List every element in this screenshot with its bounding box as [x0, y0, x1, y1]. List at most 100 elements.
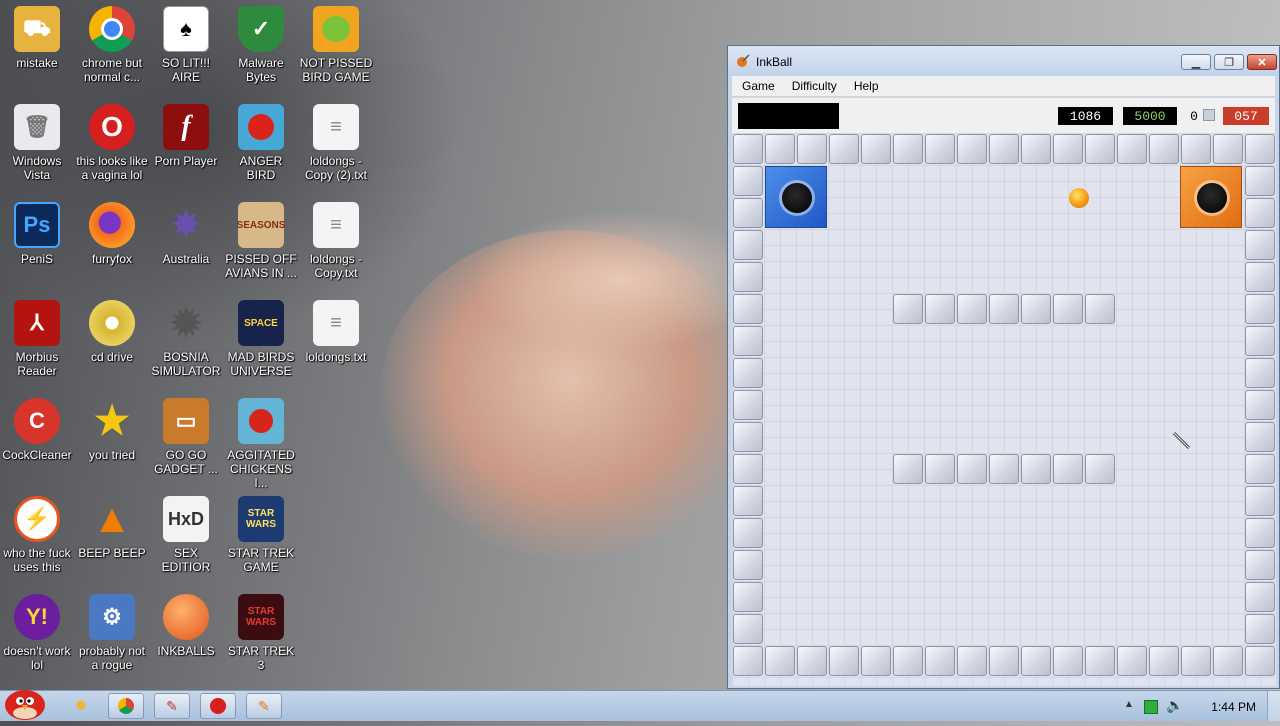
desktop-icon-cd-drive[interactable]: cd drive — [75, 300, 149, 364]
desktop-icon-label: SEX EDITIOR — [161, 546, 211, 574]
wall-tile — [1245, 294, 1275, 324]
desktop-icon-aggitated-chickens[interactable]: AGGITATED CHICKENS I... — [224, 398, 298, 490]
taskbar-opera[interactable] — [200, 693, 236, 719]
wall-tile — [733, 294, 763, 324]
wall-tile — [1213, 134, 1243, 164]
wall-tile — [1213, 646, 1243, 676]
wall-tile — [925, 294, 955, 324]
wall-tile — [733, 134, 763, 164]
wall-tile — [1245, 358, 1275, 388]
clock[interactable]: 1:44 PM — [1211, 700, 1256, 714]
spider-solitaire-icon: ✵ — [171, 206, 201, 244]
close-icon: ✕ — [1257, 56, 1267, 69]
desktop-icon-cockcleaner[interactable]: C CockCleaner — [0, 398, 74, 462]
current-score: 1086 — [1058, 107, 1113, 125]
firefox-icon — [89, 202, 135, 248]
maximize-button[interactable]: ❐ — [1214, 54, 1244, 70]
taskbar-inkball-2[interactable]: ✎ — [246, 693, 282, 719]
desktop-icon-australia[interactable]: ✵ Australia — [149, 202, 223, 266]
menu-help[interactable]: Help — [844, 79, 886, 93]
inkball-task-icon-2: ✎ — [258, 697, 270, 714]
desktop-icon-label: STAR TREK GAME — [227, 546, 295, 574]
desktop-icon-beep-beep[interactable]: ▲ BEEP BEEP — [75, 496, 149, 561]
window-titlebar[interactable]: InkBall ▁ ❐ ✕ — [728, 46, 1279, 76]
desktop-icon-loldongs-copy-2[interactable]: ≡ loldongs - Copy (2).txt — [299, 104, 373, 182]
taskbar-explorer[interactable]: ✹ — [66, 693, 96, 719]
desktop-icon-chrome[interactable]: chrome but normal c... — [75, 6, 149, 84]
desktop-icon-star-trek-game[interactable]: STAR WARS STAR TREK GAME — [224, 496, 298, 574]
wall-tile — [1117, 134, 1147, 164]
desktop-icon-label: loldongs - Copy (2).txt — [304, 154, 367, 182]
desktop-icon-loldongs-copy[interactable]: ≡ loldongs - Copy.txt — [299, 202, 373, 280]
desktop-icon-label: BEEP BEEP — [78, 546, 146, 560]
green-pig-icon — [313, 6, 359, 52]
wall-tile — [733, 582, 763, 612]
wall-tile — [1245, 166, 1275, 196]
desktop-icon-you-tried[interactable]: ★ you tried — [75, 398, 149, 462]
desktop-icon-solitaire[interactable]: ♠ SO LIT!!! AIRE — [149, 6, 223, 84]
desktop-icon-windows-vista[interactable]: 🗑 Windows Vista — [0, 104, 74, 182]
wall-tile — [1245, 390, 1275, 420]
angry-bird-start-icon — [5, 690, 45, 720]
wall-tile — [1181, 134, 1211, 164]
desktop-icon-opera[interactable]: O this looks like a vagina lol — [75, 104, 149, 182]
show-desktop-button[interactable] — [1267, 691, 1280, 721]
desktop-icon-porn-player[interactable]: f Porn Player — [149, 104, 223, 168]
pen-cursor-icon — [1172, 431, 1191, 450]
desktop-icon-label: Morbius Reader — [15, 350, 59, 378]
start-button[interactable] — [2, 683, 48, 721]
wall-tile — [1021, 646, 1051, 676]
ccleaner-icon: C — [14, 398, 60, 444]
desktop-icon-mad-birds-universe[interactable]: SPACE MAD BIRDS UNIVERSE — [224, 300, 298, 378]
desktop-icon-doesnt-work[interactable]: Y! doesn't work lol — [0, 594, 74, 672]
taskbar: ✹ ✎ ✎ ▲ 🔈 1:44 PM — [0, 690, 1280, 721]
desktop-icon-loldongs[interactable]: ≡ loldongs.txt — [299, 300, 373, 364]
menu-game[interactable]: Game — [732, 79, 782, 93]
wall-tile — [1181, 646, 1211, 676]
desktop-icon-bosnia-simulator[interactable]: ✹ BOSNIA SIMULATOR — [149, 300, 223, 379]
minimize-button[interactable]: ▁ — [1181, 54, 1211, 70]
desktop-icon-star-trek-3[interactable]: STAR WARS STAR TREK 3 — [224, 594, 298, 672]
menu-bar: Game Difficulty Help — [732, 76, 1275, 96]
volume-icon[interactable]: 🔈 — [1166, 697, 1183, 714]
text-file-icon: ≡ — [313, 300, 359, 346]
wall-tile — [733, 518, 763, 548]
desktop-icon-probably-not-a-rogue[interactable]: ⚙ probably not a rogue — [75, 594, 149, 672]
wall-tile — [733, 166, 763, 196]
desktop-icon-inkballs[interactable]: INKBALLS — [149, 594, 223, 658]
desktop-icon-label: loldongs - Copy.txt — [309, 252, 363, 280]
network-icon[interactable] — [1144, 700, 1158, 714]
desktop-icon-pissed-off-avians[interactable]: SEASONS PISSED OFF AVIANS IN ... — [224, 202, 298, 280]
desktop-icon-label: cd drive — [90, 350, 134, 364]
desktop-icon-mistake[interactable]: ⛟ mistake — [0, 6, 74, 70]
desktop-icon-label: Australia — [162, 252, 210, 266]
wall-tile — [957, 454, 987, 484]
taskbar-chrome[interactable] — [108, 693, 144, 719]
shield-check-icon: ✓ — [238, 6, 284, 52]
desktop-icon-who-uses-this[interactable]: ⚡ who the fuck uses this — [0, 496, 74, 574]
restore-icon: ❐ — [1224, 56, 1234, 69]
desktop-icon-furryfox[interactable]: furryfox — [75, 202, 149, 266]
system-tray: ▲ 🔈 1:44 PM — [1110, 691, 1280, 721]
desktop-icon-sex-editior[interactable]: HxD SEX EDITIOR — [149, 496, 223, 574]
taskbar-inkball-1[interactable]: ✎ — [154, 693, 190, 719]
menu-difficulty[interactable]: Difficulty — [782, 79, 844, 93]
desktop-icon-morbius-reader[interactable]: ⅄ Morbius Reader — [0, 300, 74, 378]
desktop-icon-anger-bird[interactable]: ANGER BIRD — [224, 104, 298, 182]
desktop-icon-penis[interactable]: Ps PeniS — [0, 202, 74, 266]
desktop-icon-label: Windows Vista — [12, 154, 62, 182]
wall-tile — [1245, 198, 1275, 228]
blue-hole — [765, 166, 827, 228]
desktop-icon-not-pissed-bird[interactable]: NOT PISSED BIRD GAME — [299, 6, 373, 84]
wall-tile — [829, 134, 859, 164]
chrome-icon — [89, 6, 135, 52]
close-button[interactable]: ✕ — [1247, 54, 1277, 70]
orange-hole — [1180, 166, 1242, 228]
desktop-icon-label: INKBALLS — [157, 644, 215, 658]
desktop-icon-go-go-gadget[interactable]: ▭ GO GO GADGET ... — [149, 398, 223, 476]
game-board[interactable] — [732, 133, 1276, 686]
wall-tile — [925, 134, 955, 164]
desktop-icon-malwarebytes[interactable]: ✓ Malware Bytes — [224, 6, 298, 84]
window-title: InkBall — [756, 55, 793, 69]
tray-expand-icon[interactable]: ▲ — [1124, 699, 1134, 710]
